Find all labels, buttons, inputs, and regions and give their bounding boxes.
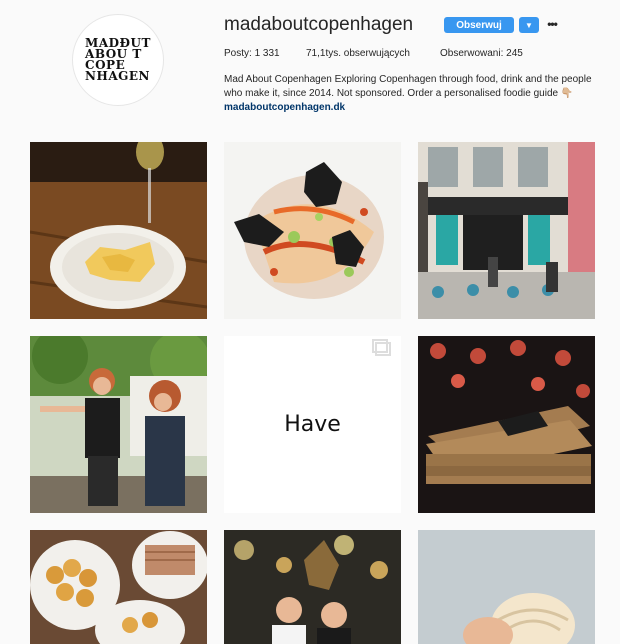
posts-count: Posty: 1 331 [224,48,280,59]
chevron-down-icon: ▼ [525,20,533,30]
post-image [224,142,401,319]
post-image [30,530,207,644]
more-options-icon: ••• [547,17,558,31]
post-thumbnail[interactable] [30,336,207,513]
pointing-down-emoji: 👇🏼 [560,88,574,99]
post-image [418,336,595,513]
post-thumbnail[interactable]: Have [224,336,401,513]
bio-link[interactable]: madaboutcopenhagen.dk [224,102,345,113]
post-caption-text: Have [284,412,341,437]
profile-bio: Mad About Copenhagen Exploring Copenhage… [224,73,594,115]
brand-logo: MADƉUT ABOU T COPE NHAGEN [85,36,151,83]
post-thumbnail[interactable] [30,530,207,644]
post-image [418,530,595,644]
post-image [30,336,207,513]
suggestions-dropdown-button[interactable]: ▼ [519,17,539,33]
profile-avatar: MADƉUT ABOU T COPE NHAGEN [72,14,164,106]
profile-username: madaboutcopenhagen [224,14,414,35]
follow-button[interactable]: Obserwuj [444,17,514,33]
post-thumbnail[interactable] [418,142,595,319]
post-thumbnail[interactable] [418,530,595,644]
post-thumbnail[interactable] [30,142,207,319]
post-thumbnail[interactable] [224,530,401,644]
more-options-button[interactable]: ••• [545,15,559,33]
post-thumbnail[interactable] [418,336,595,513]
following-count[interactable]: Obserwowani: 245 [440,48,523,59]
followers-count[interactable]: 71,1tys. obserwujących [306,48,410,59]
bio-text: Mad About Copenhagen Exploring Copenhage… [224,74,592,99]
post-thumbnail[interactable] [224,142,401,319]
post-image [224,530,401,644]
post-image [30,142,207,319]
post-image [418,142,595,319]
